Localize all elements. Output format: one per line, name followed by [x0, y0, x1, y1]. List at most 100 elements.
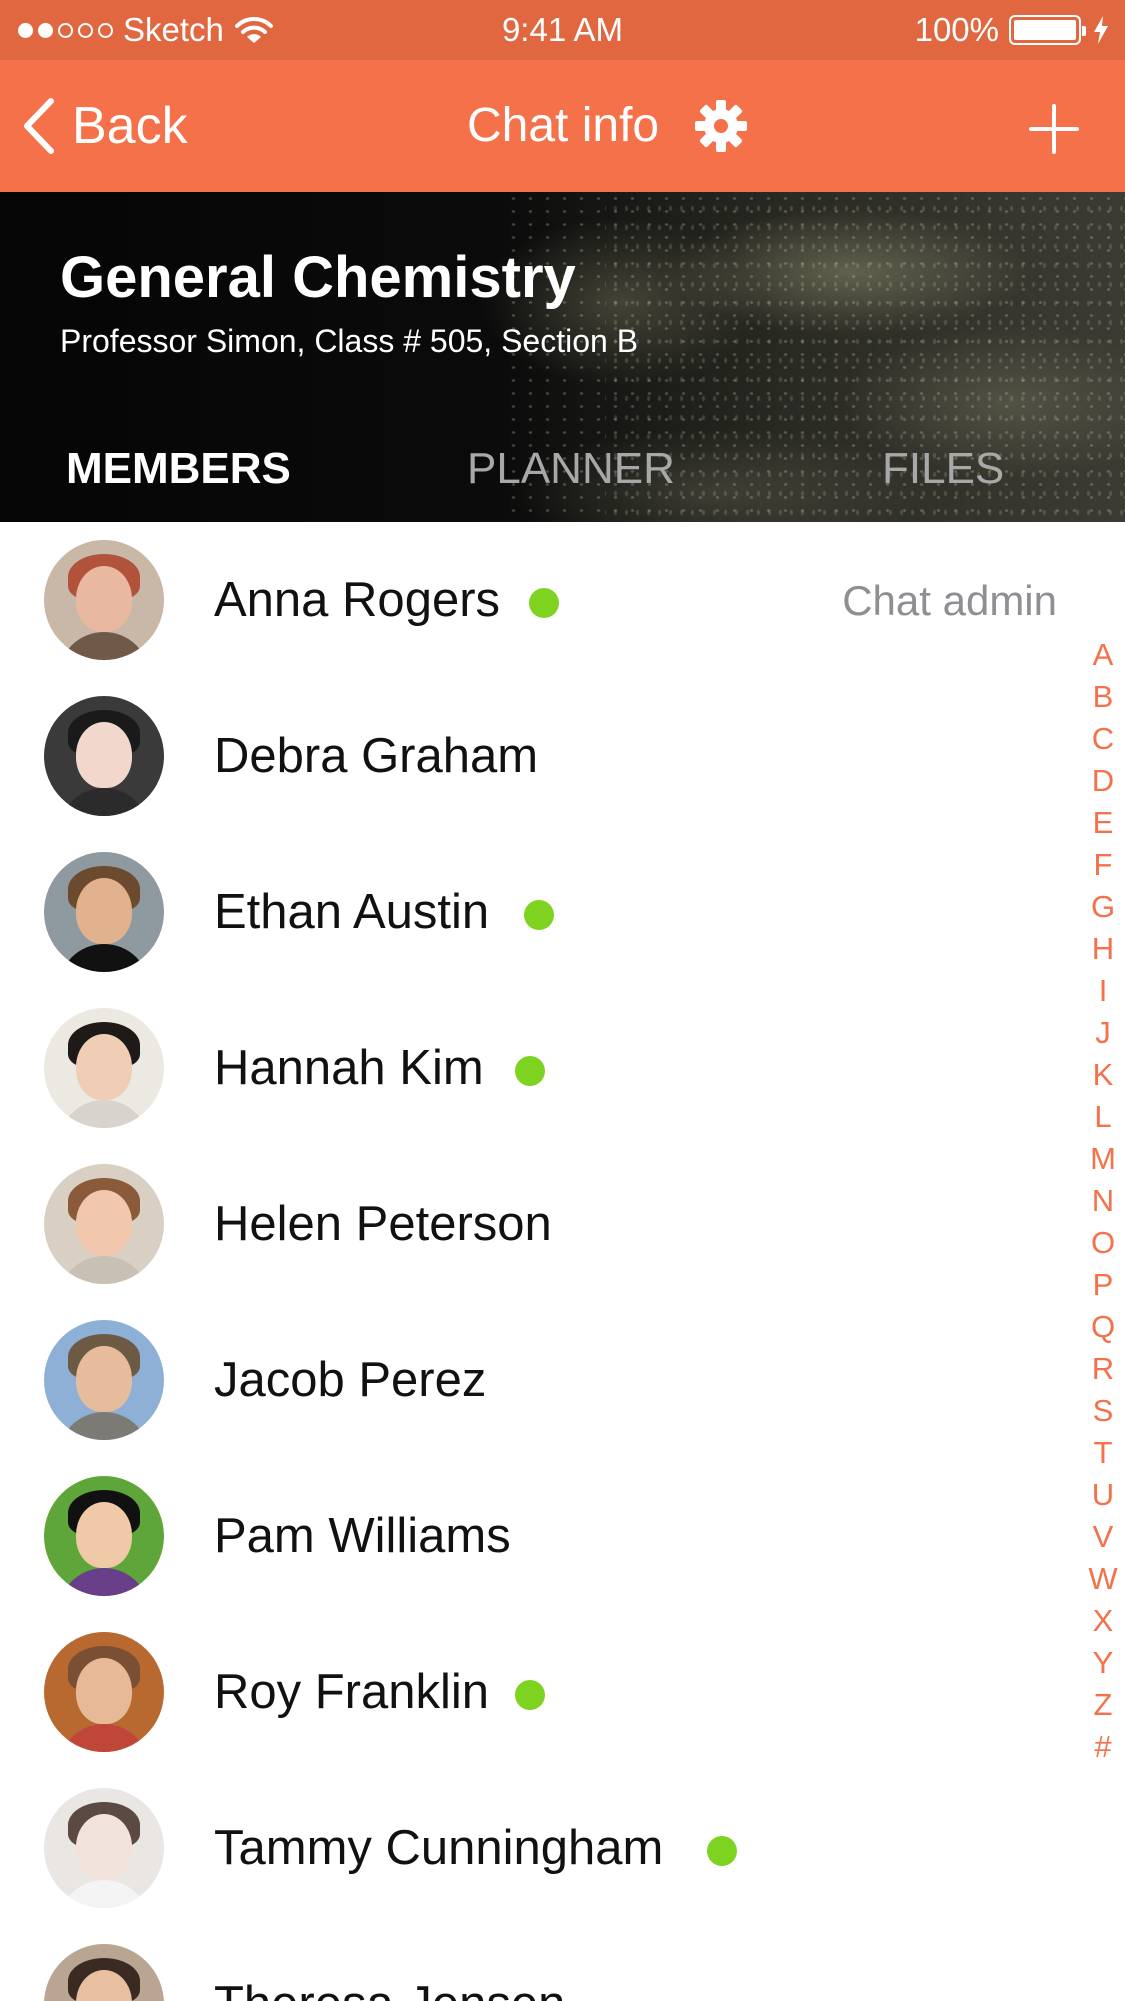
status-bar: Sketch 9:41 AM 100%	[0, 0, 1125, 60]
battery-percentage: 100%	[914, 11, 999, 48]
tab-planner[interactable]: PLANNER	[467, 444, 675, 494]
tab-files[interactable]: FILES	[882, 444, 1004, 494]
member-name: Jacob Perez	[214, 1353, 487, 1407]
avatar-body	[58, 1568, 150, 1596]
member-name: Pam Williams	[214, 1509, 511, 1563]
avatar	[44, 852, 164, 972]
member-role: Chat admin	[842, 577, 1057, 624]
avatar-body	[58, 1880, 150, 1908]
index-letter[interactable]: I	[1085, 972, 1121, 1010]
index-letter[interactable]: O	[1085, 1224, 1121, 1262]
index-letter[interactable]: B	[1085, 678, 1121, 716]
index-letter[interactable]: R	[1085, 1350, 1121, 1388]
gear-icon[interactable]	[693, 98, 749, 154]
index-letter[interactable]: F	[1085, 846, 1121, 884]
index-letter[interactable]: L	[1085, 1098, 1121, 1136]
avatar-face	[76, 1346, 132, 1412]
battery-icon	[1009, 15, 1086, 45]
index-letter[interactable]: C	[1085, 720, 1121, 758]
index-letter[interactable]: A	[1085, 636, 1121, 674]
avatar-body	[58, 1412, 150, 1440]
avatar-body	[58, 788, 150, 816]
avatar	[44, 1164, 164, 1284]
avatar-body	[58, 1724, 150, 1752]
member-row[interactable]: Debra Graham	[0, 678, 1060, 834]
avatar	[44, 1008, 164, 1128]
member-name: Helen Peterson	[214, 1197, 552, 1251]
member-row[interactable]: Theresa Jensen	[0, 1926, 1060, 2001]
member-row[interactable]: Anna Rogers Chat admin	[0, 522, 1060, 678]
online-status-dot	[515, 1680, 545, 1710]
member-row[interactable]: Tammy Cunningham	[0, 1770, 1060, 1926]
avatar-face	[76, 722, 132, 788]
index-letter[interactable]: K	[1085, 1056, 1121, 1094]
tab-members[interactable]: MEMBERS	[66, 444, 291, 494]
member-name: Debra Graham	[214, 729, 539, 783]
back-label: Back	[72, 97, 188, 155]
index-letter[interactable]: E	[1085, 804, 1121, 842]
online-status-dot	[515, 1056, 545, 1086]
member-row[interactable]: Jacob Perez	[0, 1302, 1060, 1458]
back-button[interactable]: Back	[22, 96, 188, 156]
plus-icon[interactable]	[1029, 104, 1079, 154]
page-title: Chat info	[467, 99, 660, 152]
chevron-left-icon	[24, 98, 54, 154]
avatar-face	[76, 878, 132, 944]
member-name: Theresa Jensen	[214, 1976, 565, 2001]
member-name: Hannah Kim	[214, 1041, 484, 1095]
online-status-dot	[529, 588, 559, 618]
member-row[interactable]: Pam Williams	[0, 1458, 1060, 1614]
index-letter[interactable]: U	[1085, 1476, 1121, 1514]
nav-title-group: Chat info	[467, 98, 749, 154]
index-letter[interactable]: M	[1085, 1140, 1121, 1178]
index-letter[interactable]: V	[1085, 1518, 1121, 1556]
index-letter[interactable]: S	[1085, 1392, 1121, 1430]
avatar	[44, 1476, 164, 1596]
chat-header: General Chemistry Professor Simon, Class…	[0, 192, 1125, 522]
avatar	[44, 1788, 164, 1908]
chat-title: General Chemistry	[60, 245, 576, 310]
index-letter[interactable]: Z	[1085, 1686, 1121, 1724]
avatar-face	[76, 1502, 132, 1568]
index-letter[interactable]: N	[1085, 1182, 1121, 1220]
avatar-face	[76, 566, 132, 632]
member-name: Roy Franklin	[214, 1665, 490, 1719]
online-status-dot	[707, 1836, 737, 1866]
online-status-dot	[524, 900, 554, 930]
avatar-face	[76, 1814, 132, 1880]
status-right: 100%	[915, 12, 1111, 48]
member-row[interactable]: Hannah Kim	[0, 990, 1060, 1146]
index-letter[interactable]: P	[1085, 1266, 1121, 1304]
member-row[interactable]: Roy Franklin	[0, 1614, 1060, 1770]
avatar-body	[58, 632, 150, 660]
index-letter[interactable]: H	[1085, 930, 1121, 968]
index-letter[interactable]: W	[1085, 1560, 1121, 1598]
index-letter[interactable]: D	[1085, 762, 1121, 800]
avatar	[44, 1632, 164, 1752]
avatar-body	[58, 1100, 150, 1128]
chat-subtitle: Professor Simon, Class # 505, Section B	[60, 323, 639, 359]
avatar	[44, 1944, 164, 2001]
index-letter[interactable]: Y	[1085, 1644, 1121, 1682]
index-letter[interactable]: X	[1085, 1602, 1121, 1640]
index-letter[interactable]: Q	[1085, 1308, 1121, 1346]
member-name: Tammy Cunningham	[214, 1821, 664, 1875]
member-row[interactable]: Ethan Austin	[0, 834, 1060, 990]
avatar-body	[58, 944, 150, 972]
avatar	[44, 540, 164, 660]
navigation-bar: Back Chat info	[0, 60, 1125, 192]
charging-bolt-icon	[1094, 16, 1108, 44]
member-name: Anna Rogers	[214, 573, 501, 627]
avatar	[44, 1320, 164, 1440]
avatar-face	[76, 1190, 132, 1256]
avatar-face	[76, 1034, 132, 1100]
index-letter[interactable]: T	[1085, 1434, 1121, 1472]
avatar	[44, 696, 164, 816]
index-letter[interactable]: #	[1085, 1728, 1121, 1766]
avatar-body	[58, 1256, 150, 1284]
member-row[interactable]: Helen Peterson	[0, 1146, 1060, 1302]
index-letter[interactable]: J	[1085, 1014, 1121, 1052]
avatar-face	[76, 1658, 132, 1724]
index-letter[interactable]: G	[1085, 888, 1121, 926]
member-name: Ethan Austin	[214, 885, 490, 939]
